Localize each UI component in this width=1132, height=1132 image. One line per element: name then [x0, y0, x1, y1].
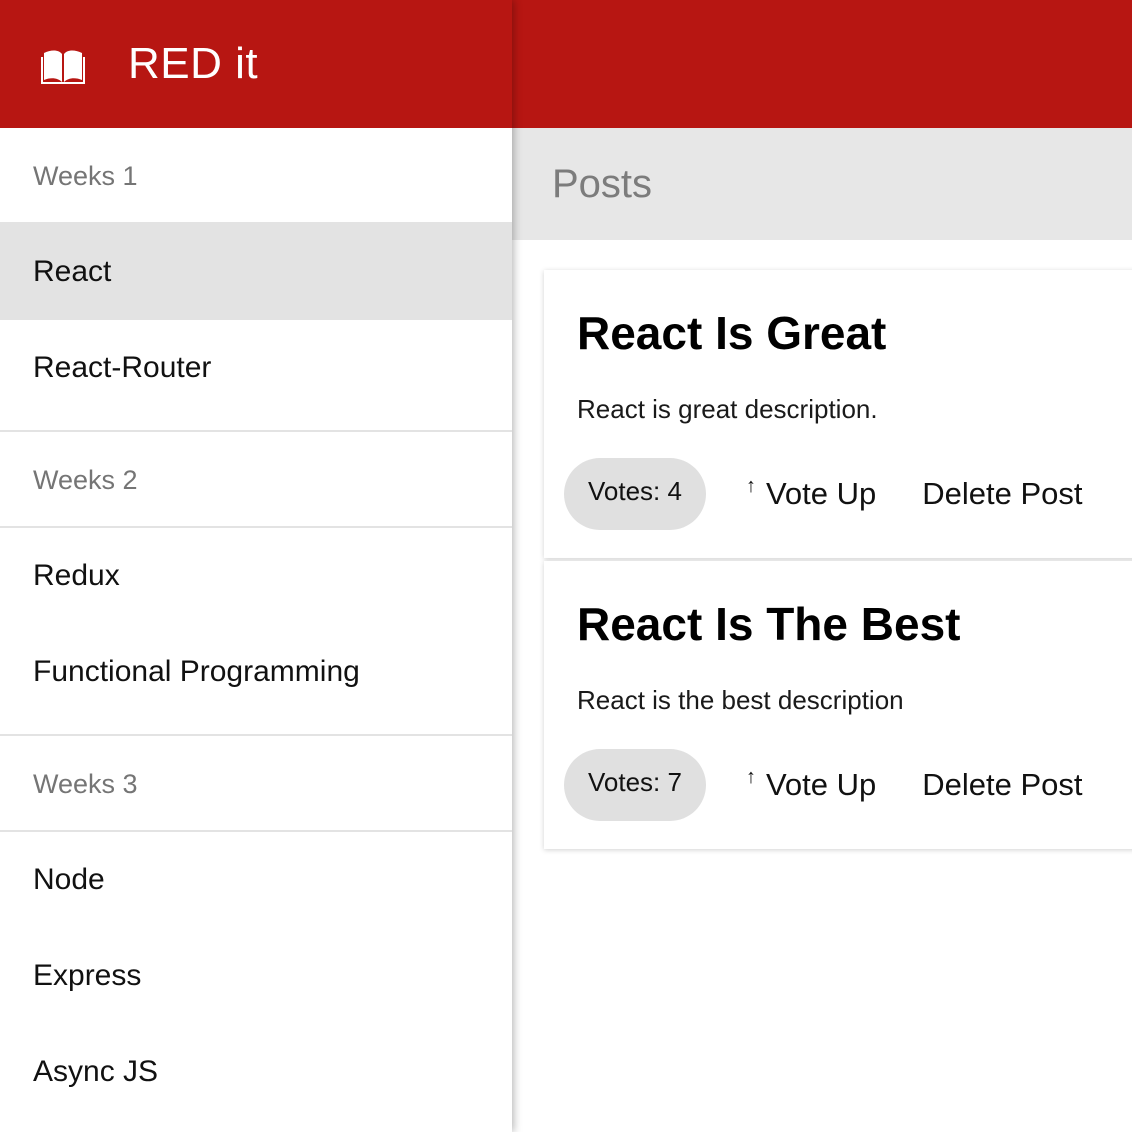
vote-up-label: Vote Up	[765, 767, 877, 802]
post-title: React Is The Best	[577, 598, 961, 650]
votes-badge: Votes: 7	[564, 749, 706, 821]
sidebar-item-functional-programming[interactable]: Functional Programming	[0, 624, 512, 720]
post-description: React is the best description	[577, 685, 904, 715]
main-content: Posts React Is Great React is great desc…	[512, 128, 1132, 1132]
post-actions: Votes: 7 ↑ Vote Up Delete Post	[564, 749, 1083, 821]
votes-badge: Votes: 4	[564, 458, 706, 530]
delete-post-button[interactable]: Delete Post	[922, 767, 1082, 803]
nav-group-weeks-2: Weeks 2	[0, 432, 512, 528]
arrow-up-icon: ↑	[745, 474, 756, 497]
sidebar-item-redux[interactable]: Redux	[0, 528, 512, 624]
sidebar-item-react-router[interactable]: React-Router	[0, 320, 512, 416]
nav-group-weeks-3: Weeks 3	[0, 736, 512, 832]
page-title: Posts	[552, 161, 653, 206]
post-list: React Is Great React is great descriptio…	[544, 270, 1132, 852]
post-card: React Is Great React is great descriptio…	[544, 270, 1132, 558]
sidebar-item-async-js[interactable]: Async JS	[0, 1024, 512, 1120]
arrow-up-icon: ↑	[745, 765, 756, 788]
book-icon	[41, 50, 85, 84]
nav-group-weeks-1: Weeks 1	[0, 128, 512, 224]
sidebar-item-node[interactable]: Node	[0, 832, 512, 928]
app-title: RED it	[128, 39, 259, 88]
post-actions: Votes: 4 ↑ Vote Up Delete Post	[564, 458, 1083, 530]
delete-post-button[interactable]: Delete Post	[922, 476, 1082, 512]
sidebar-item-express[interactable]: Express	[0, 928, 512, 1024]
divider	[0, 720, 512, 736]
post-description: React is great description.	[577, 394, 878, 424]
sidebar-drawer: RED it Weeks 1 React React-Router Weeks …	[0, 0, 512, 1132]
post-card: React Is The Best React is the best desc…	[544, 561, 1132, 849]
vote-up-label: Vote Up	[765, 476, 877, 511]
vote-up-button[interactable]: ↑ Vote Up	[745, 474, 877, 512]
vote-up-button[interactable]: ↑ Vote Up	[745, 765, 877, 803]
sidebar-item-react[interactable]: React	[0, 224, 512, 320]
post-title: React Is Great	[577, 307, 887, 359]
posts-header: Posts	[512, 128, 1132, 240]
sidebar-header: RED it	[0, 0, 512, 128]
divider	[0, 416, 512, 432]
